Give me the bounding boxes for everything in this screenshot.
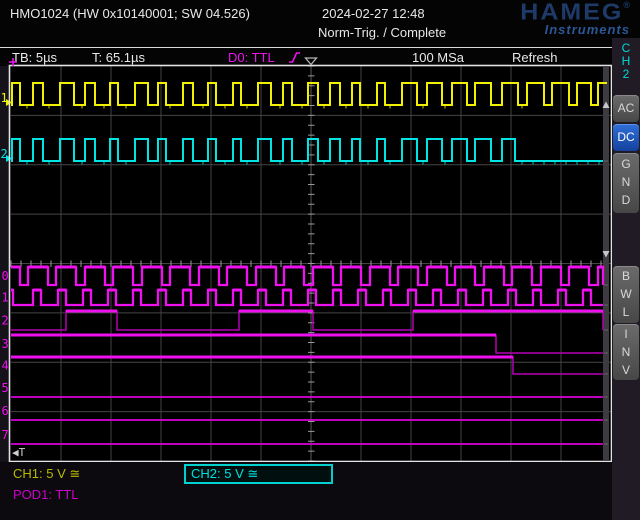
svg-text:1: 1 — [2, 291, 9, 305]
svg-text:6: 6 — [2, 404, 9, 418]
svg-text:4: 4 — [2, 359, 9, 373]
coupling-ac-button[interactable]: AC — [613, 95, 639, 122]
channel-status-bar: CH1: 5 V ≅ CH2: 5 V ≅ POD1: TTL — [0, 462, 612, 520]
oscilloscope-screen: HMO1024 (HW 0x10140001; SW 04.526) 2024-… — [0, 0, 640, 520]
svg-text:5: 5 — [2, 381, 9, 395]
svg-text:3: 3 — [2, 337, 9, 351]
softkey-menu: C H 2 AC DC G N D B W L I N V — [612, 38, 640, 520]
pod1-status: POD1: TTL — [13, 487, 79, 502]
svg-text:◀T: ◀T — [12, 446, 26, 459]
menu-title-ch2: C H 2 — [612, 42, 640, 81]
svg-text:0: 0 — [2, 269, 9, 283]
svg-text:7: 7 — [2, 428, 9, 442]
waveform-display: 0123456712◀T — [0, 0, 640, 520]
ch2-status-selected[interactable]: CH2: 5 V ≅ — [184, 464, 333, 484]
invert-button[interactable]: I N V — [613, 324, 639, 380]
coupling-gnd-button[interactable]: G N D — [613, 153, 639, 213]
bandwidth-limit-button[interactable]: B W L — [613, 266, 639, 323]
svg-text:2: 2 — [2, 314, 9, 328]
coupling-dc-button[interactable]: DC — [613, 124, 639, 151]
ch1-status: CH1: 5 V ≅ — [13, 466, 80, 482]
